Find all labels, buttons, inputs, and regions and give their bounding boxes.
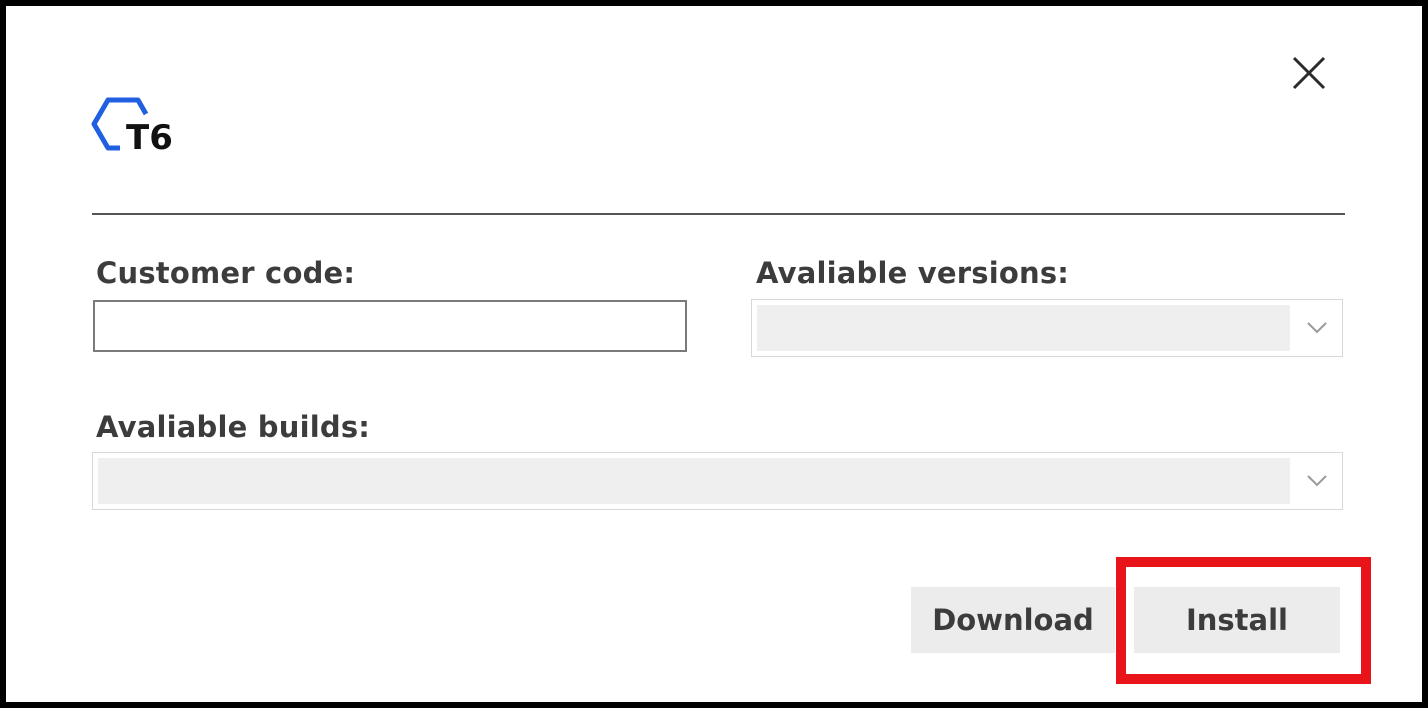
customer-code-label: Customer code:	[96, 256, 356, 290]
download-button[interactable]: Download	[911, 587, 1115, 653]
versions-select[interactable]	[751, 299, 1343, 357]
close-button[interactable]	[1284, 50, 1332, 96]
chevron-down-icon	[1306, 474, 1328, 488]
versions-select-field	[757, 305, 1290, 351]
customer-code-input[interactable]	[93, 300, 687, 352]
logo-text: T6	[126, 118, 173, 158]
header-divider	[92, 213, 1345, 215]
close-icon	[1292, 56, 1326, 90]
builds-select-field	[98, 458, 1290, 504]
builds-label: Avaliable builds:	[96, 410, 371, 444]
versions-label: Avaliable versions:	[756, 256, 1070, 290]
t6-logo: T6	[90, 90, 200, 160]
install-button[interactable]: Install	[1134, 587, 1340, 653]
installer-dialog: T6 Customer code: Avaliable versions: Av…	[0, 0, 1428, 708]
chevron-down-icon	[1306, 321, 1328, 335]
builds-select[interactable]	[92, 452, 1343, 510]
